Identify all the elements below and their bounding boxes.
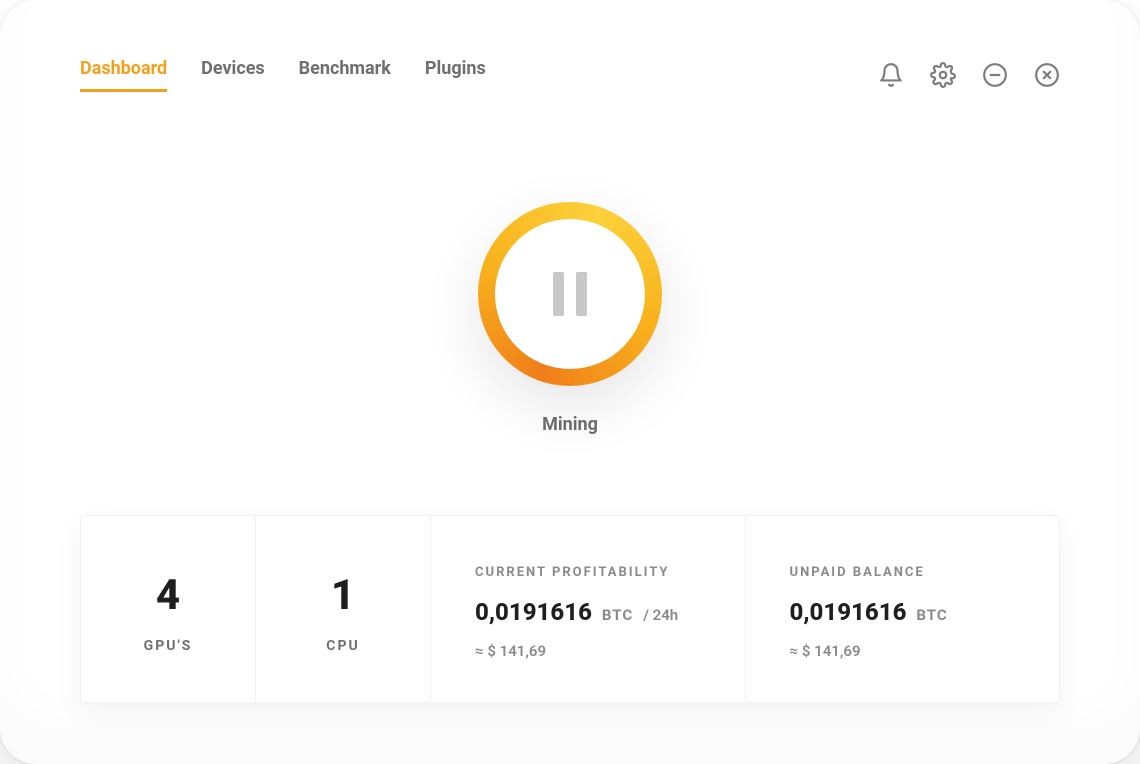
stat-balance-amount: 0,0191616 BTC: [790, 598, 1016, 626]
top-nav: Dashboard Devices Benchmark Plugins: [80, 58, 1060, 92]
bell-icon[interactable]: [878, 62, 904, 88]
pause-bar-right: [576, 272, 587, 316]
mining-toggle-button[interactable]: [478, 202, 662, 386]
stat-gpu-label: GPU'S: [144, 638, 193, 654]
stat-profitability-title: CURRENT PROFITABILITY: [475, 565, 701, 580]
stat-balance: UNPAID BALANCE 0,0191616 BTC ≈ $ 141,69: [746, 516, 1060, 702]
stat-gpu: 4 GPU'S: [81, 516, 256, 702]
stat-profitability-value: 0,0191616: [475, 598, 592, 626]
pause-bar-left: [553, 272, 564, 316]
tab-benchmark[interactable]: Benchmark: [299, 58, 391, 92]
tab-devices[interactable]: Devices: [201, 58, 265, 92]
stat-profitability: CURRENT PROFITABILITY 0,0191616 BTC / 24…: [431, 516, 746, 702]
stat-gpu-value: 4: [156, 571, 180, 620]
stat-balance-unit: BTC: [916, 606, 947, 624]
nav-tabs: Dashboard Devices Benchmark Plugins: [80, 58, 486, 92]
app-content: Dashboard Devices Benchmark Plugins: [0, 0, 1140, 703]
pause-icon: [495, 219, 645, 369]
stat-balance-value: 0,0191616: [790, 598, 907, 626]
stat-profitability-per: / 24h: [643, 606, 678, 624]
tab-dashboard[interactable]: Dashboard: [80, 58, 167, 92]
app-window: Dashboard Devices Benchmark Plugins: [0, 0, 1140, 764]
gear-icon[interactable]: [930, 62, 956, 88]
stat-cpu: 1 CPU: [256, 516, 431, 702]
mining-section: Mining: [80, 202, 1060, 435]
stat-cpu-label: CPU: [326, 638, 359, 654]
stat-profitability-unit: BTC: [602, 606, 633, 624]
stat-balance-title: UNPAID BALANCE: [790, 565, 1016, 580]
minimize-icon[interactable]: [982, 62, 1008, 88]
tab-plugins[interactable]: Plugins: [425, 58, 486, 92]
close-icon[interactable]: [1034, 62, 1060, 88]
stat-profitability-approx: ≈ $ 141,69: [475, 642, 701, 660]
nav-icons: [878, 62, 1060, 88]
stat-cpu-value: 1: [331, 571, 355, 620]
stat-balance-approx: ≈ $ 141,69: [790, 642, 1016, 660]
mining-ring: [478, 202, 662, 386]
stat-profitability-amount: 0,0191616 BTC / 24h: [475, 598, 701, 626]
stats-row: 4 GPU'S 1 CPU CURRENT PROFITABILITY 0,01…: [80, 515, 1060, 703]
mining-state-label: Mining: [542, 414, 598, 435]
